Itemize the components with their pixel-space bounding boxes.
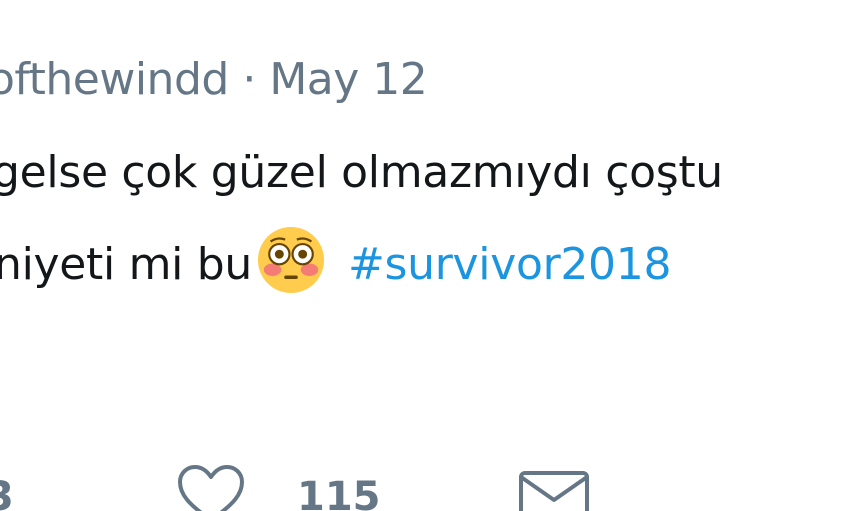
tweet-text-line-1: gelse çok güzel olmazmıydı çoştu [0,147,723,198]
like-count[interactable]: 115 [297,474,381,511]
flushed-face-icon [257,226,325,294]
header-separator: · [242,54,256,105]
tweet-text-line-2: niyeti mi bu #survivor2018 [0,225,671,295]
reply-count[interactable]: 3 [0,474,14,511]
tweet-actions: 3 115 [0,440,856,511]
tweet-text-fragment: niyeti mi bu [0,239,252,290]
hashtag-link[interactable]: #survivor2018 [348,239,671,290]
tweet-date[interactable]: May 12 [269,54,427,105]
tweet-header: ofthewindd · May 12 [0,54,428,105]
user-handle[interactable]: ofthewindd [0,54,229,105]
mail-icon[interactable] [518,470,590,511]
tweet: ofthewindd · May 12 gelse çok güzel olma… [0,0,856,511]
heart-icon[interactable] [176,464,246,511]
